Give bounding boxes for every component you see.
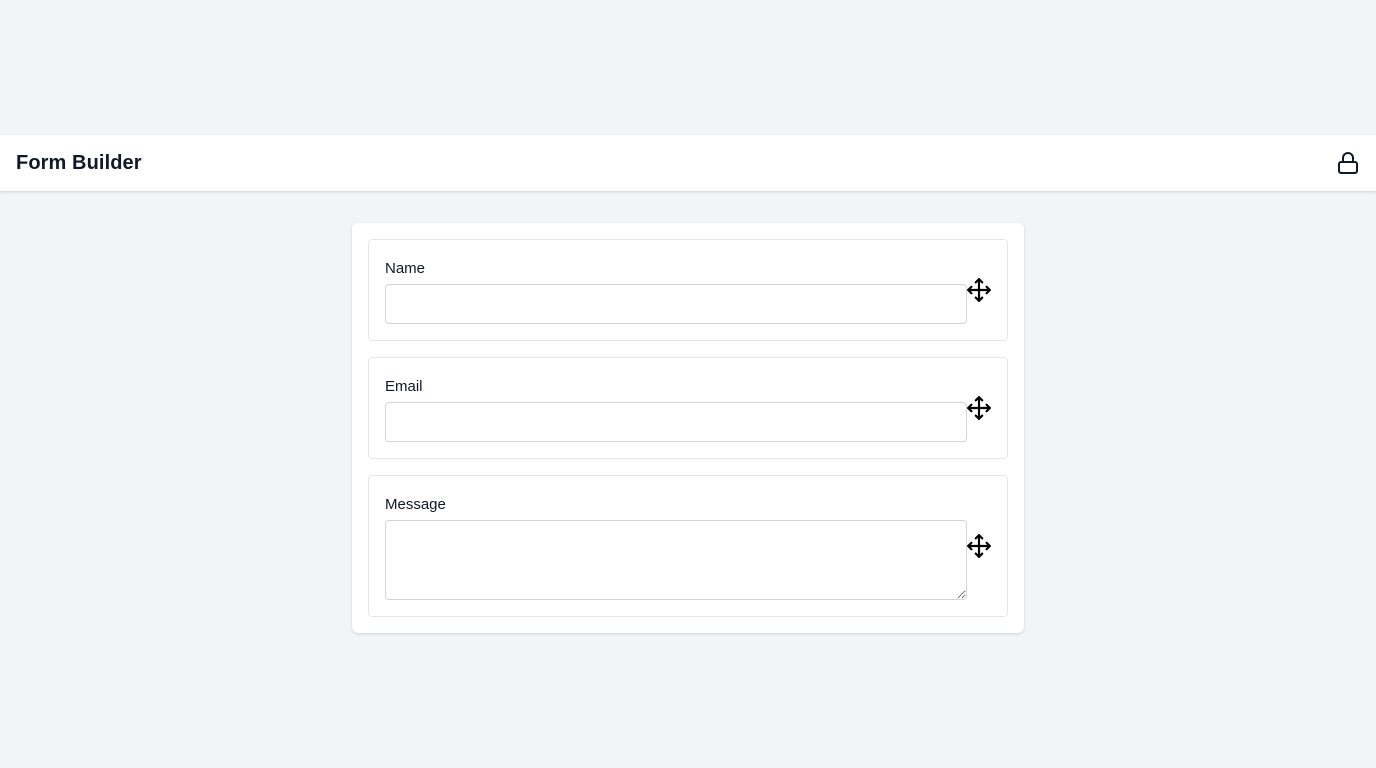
field-label-message: Message (385, 496, 446, 513)
lock-button[interactable] (1334, 149, 1362, 177)
drag-handle-name[interactable] (966, 277, 992, 303)
form-field-message: Message (368, 475, 1008, 617)
form-canvas: Name Email Message (352, 223, 1024, 633)
app-header: Form Builder (0, 135, 1376, 191)
move-icon (967, 534, 991, 558)
lock-icon (1338, 152, 1358, 174)
field-label-name: Name (385, 260, 426, 277)
field-label-email: Email (385, 378, 423, 395)
form-field-email: Email (368, 357, 1008, 459)
form-field-name: Name (368, 239, 1008, 341)
name-input[interactable] (385, 284, 967, 324)
move-icon (967, 396, 991, 420)
drag-handle-message[interactable] (966, 533, 992, 559)
move-icon (967, 278, 991, 302)
drag-handle-email[interactable] (966, 395, 992, 421)
email-field[interactable] (385, 402, 967, 442)
page-title: Form Builder (16, 151, 142, 174)
message-textarea[interactable] (385, 520, 967, 600)
